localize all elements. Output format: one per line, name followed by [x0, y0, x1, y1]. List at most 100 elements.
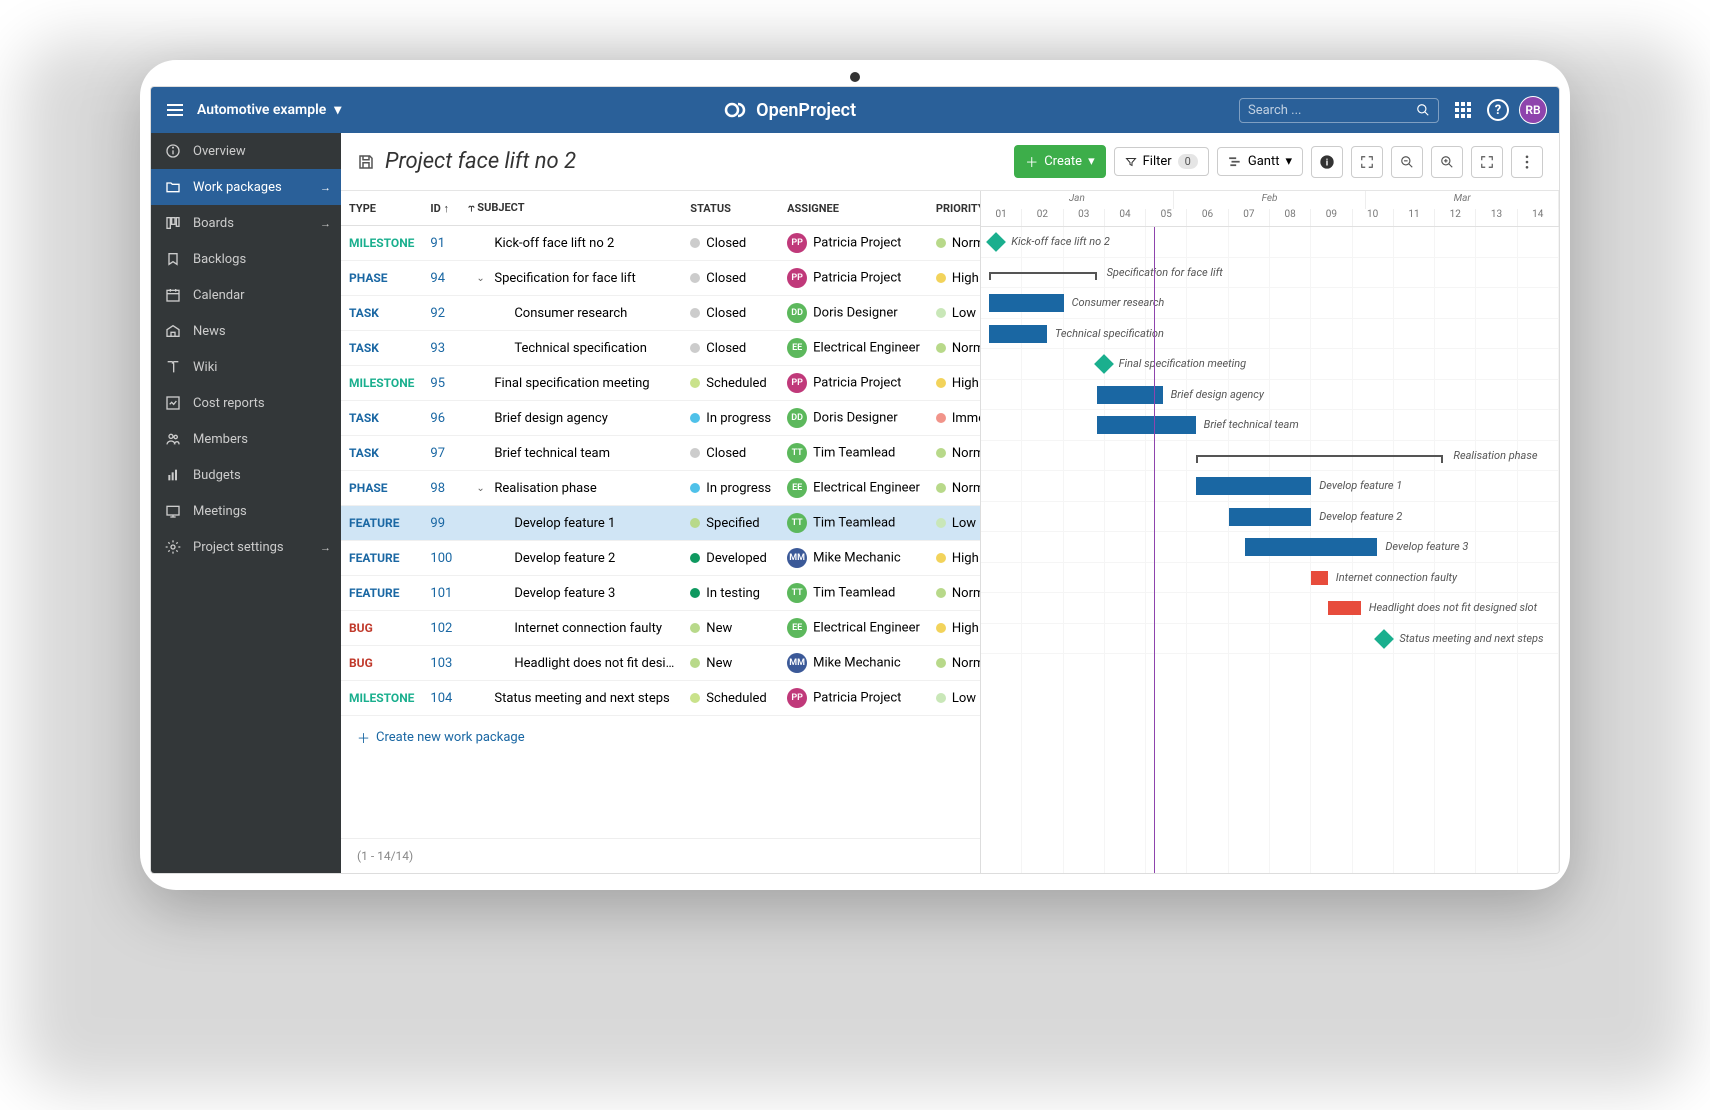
user-avatar[interactable]: RB [1519, 96, 1547, 124]
gantt-bar[interactable] [1196, 477, 1312, 495]
sidebar-item-backlogs[interactable]: Backlogs [151, 241, 341, 277]
sidebar-item-cost-reports[interactable]: Cost reports [151, 385, 341, 421]
status-dot [690, 238, 700, 248]
table-row[interactable]: MILESTONE95Final specification meetingSc… [341, 366, 980, 401]
filter-button[interactable]: Filter 0 [1114, 147, 1209, 176]
id-link[interactable]: 99 [430, 516, 445, 531]
expand-caret-icon[interactable]: ⌄ [476, 273, 488, 284]
gantt-milestone[interactable] [1374, 629, 1394, 649]
table-row[interactable]: BUG102Internet connection faultyNewEEEle… [341, 611, 980, 646]
gantt-body[interactable]: Kick-off face lift no 2Specification for… [981, 227, 1559, 873]
priority-dot [936, 378, 946, 388]
gantt-day: 08 [1270, 209, 1311, 227]
sidebar-item-boards[interactable]: Boards→ [151, 205, 341, 241]
sidebar-item-budgets[interactable]: Budgets [151, 457, 341, 493]
sidebar-item-wiki[interactable]: Wiki [151, 349, 341, 385]
id-link[interactable]: 103 [430, 656, 452, 671]
search-box[interactable] [1239, 98, 1439, 123]
table-row[interactable]: TASK97Brief technical teamClosedTTTim Te… [341, 436, 980, 471]
table-row[interactable]: FEATURE99Develop feature 1SpecifiedTTTim… [341, 506, 980, 541]
col-status[interactable]: STATUS [682, 191, 779, 226]
id-link[interactable]: 101 [430, 586, 452, 601]
table-row[interactable]: FEATURE101Develop feature 3In testingTTT… [341, 576, 980, 611]
gantt-bar[interactable] [1229, 508, 1312, 526]
gantt-bar[interactable] [1097, 416, 1196, 434]
gantt-row: Realisation phase [981, 441, 1559, 472]
apps-button[interactable] [1449, 96, 1477, 124]
id-link[interactable]: 97 [430, 446, 445, 461]
priority-dot [936, 483, 946, 493]
gantt-bar[interactable] [1311, 571, 1328, 585]
gantt-phase[interactable] [989, 272, 1096, 280]
save-icon[interactable] [357, 153, 375, 171]
menu-icon[interactable] [163, 100, 187, 120]
id-link[interactable]: 93 [430, 341, 445, 356]
id-link[interactable]: 95 [430, 376, 445, 391]
fullscreen-button[interactable] [1351, 146, 1383, 178]
table-row[interactable]: TASK96Brief design agencyIn progressDDDo… [341, 401, 980, 436]
gantt-bar[interactable] [1328, 601, 1361, 615]
details-button[interactable]: i [1311, 146, 1343, 178]
table-row[interactable]: PHASE94⌄Specification for face liftClose… [341, 261, 980, 296]
table-row[interactable]: MILESTONE91Kick-off face lift no 2Closed… [341, 226, 980, 261]
table-row[interactable]: TASK93Technical specificationClosedEEEle… [341, 331, 980, 366]
sidebar-item-overview[interactable]: Overview [151, 133, 341, 169]
table-row[interactable]: TASK92Consumer researchClosedDDDoris Des… [341, 296, 980, 331]
subject-cell: Technical specification [514, 341, 647, 356]
sidebar-item-meetings[interactable]: Meetings [151, 493, 341, 529]
col-priority[interactable]: PRIORITY [928, 191, 980, 226]
col-type[interactable]: TYPE [341, 191, 422, 226]
id-link[interactable]: 94 [430, 271, 445, 286]
gantt-bar[interactable] [989, 294, 1063, 312]
gantt-bar[interactable] [989, 325, 1047, 343]
gantt-milestone[interactable] [1094, 354, 1114, 374]
sidebar-item-work-packages[interactable]: Work packages→ [151, 169, 341, 205]
app-logo[interactable]: OpenProject [351, 98, 1229, 122]
zoom-out-button[interactable] [1391, 146, 1423, 178]
subject-cell: Internet connection faulty [514, 621, 662, 636]
gantt-milestone[interactable] [986, 232, 1006, 252]
sidebar-item-calendar[interactable]: Calendar [151, 277, 341, 313]
id-link[interactable]: 92 [430, 306, 445, 321]
sidebar-item-members[interactable]: Members [151, 421, 341, 457]
project-selector[interactable]: Automotive example ▾ [197, 102, 341, 118]
zoom-in-button[interactable] [1431, 146, 1463, 178]
sidebar-item-project-settings[interactable]: Project settings→ [151, 529, 341, 565]
info-icon: i [1319, 154, 1335, 170]
gantt-row: Develop feature 3 [981, 532, 1559, 563]
priority-dot [936, 343, 946, 353]
table-row[interactable]: PHASE98⌄Realisation phaseIn progressEEEl… [341, 471, 980, 506]
gantt-button[interactable]: Gantt ▾ [1217, 147, 1303, 176]
status-cell: In progress [706, 411, 771, 426]
gantt-phase[interactable] [1196, 455, 1444, 463]
id-link[interactable]: 100 [430, 551, 452, 566]
table-row[interactable]: BUG103Headlight does not fit desi…NewMMM… [341, 646, 980, 681]
create-work-package-link[interactable]: ＋ Create new work package [341, 716, 980, 759]
autozoom-button[interactable] [1471, 146, 1503, 178]
col-subject[interactable]: ⥾ SUBJECT [460, 191, 682, 226]
table-row[interactable]: FEATURE100Develop feature 2DevelopedMMMi… [341, 541, 980, 576]
assignee-cell: Tim Teamlead [813, 585, 895, 600]
sidebar-item-label: Wiki [193, 360, 217, 375]
meetings-icon [165, 503, 181, 519]
id-link[interactable]: 104 [430, 691, 452, 706]
gantt-bar[interactable] [1097, 386, 1163, 404]
id-link[interactable]: 102 [430, 621, 452, 636]
id-link[interactable]: 96 [430, 411, 445, 426]
gantt-row: Kick-off face lift no 2 [981, 227, 1559, 258]
col-assignee[interactable]: ASSIGNEE [779, 191, 928, 226]
gantt-row: Specification for face lift [981, 258, 1559, 289]
col-id[interactable]: ID ↑ [422, 191, 460, 226]
table-row[interactable]: MILESTONE104Status meeting and next step… [341, 681, 980, 716]
id-link[interactable]: 98 [430, 481, 445, 496]
create-button[interactable]: ＋ Create ▾ [1014, 145, 1105, 178]
expand-caret-icon[interactable]: ⌄ [476, 483, 488, 494]
priority-dot [936, 308, 946, 318]
help-button[interactable]: ? [1487, 99, 1509, 121]
zoom-in-icon [1440, 155, 1454, 169]
sidebar-item-news[interactable]: News [151, 313, 341, 349]
search-input[interactable] [1248, 103, 1416, 118]
gantt-bar[interactable] [1245, 538, 1377, 556]
more-button[interactable] [1511, 146, 1543, 178]
id-link[interactable]: 91 [430, 236, 445, 251]
